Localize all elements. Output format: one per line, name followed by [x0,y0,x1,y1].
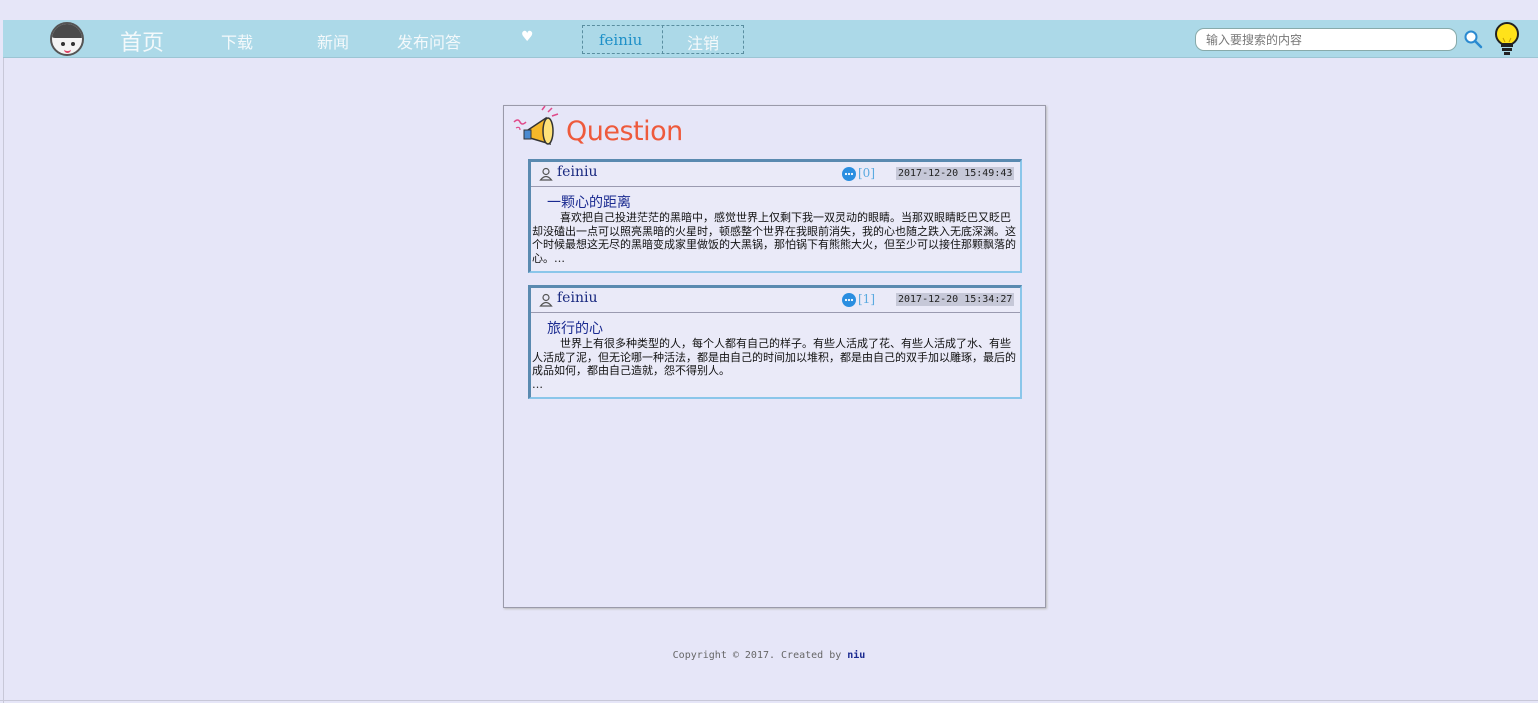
comment-icon [842,167,856,181]
question-card[interactable]: feiniu [0] 2017-12-20 15:49:43 一颗心的距离 喜欢… [528,159,1022,273]
comment-count: [1] [858,292,875,306]
comment-icon [842,293,856,307]
question-author[interactable]: feiniu [557,290,597,306]
avatar-eye-left [61,42,65,46]
footer: Copyright © 2017. Created by niu [0,650,1538,661]
nav-download-link[interactable]: 下载 [221,29,253,53]
question-card[interactable]: feiniu [1] 2017-12-20 15:34:27 旅行的心 世界上有… [528,285,1022,399]
question-excerpt: 喜欢把自己投进茫茫的黑暗中，感觉世界上仅剩下我一双灵动的眼睛。当那双眼睛眨巴又眨… [532,211,1016,265]
page-bottom-border [0,700,1538,701]
question-title-link[interactable]: 旅行的心 [547,318,603,338]
question-author[interactable]: feiniu [557,164,597,180]
question-panel: Question feiniu [0] 2017-12-20 15:49:43 … [503,105,1046,608]
top-navbar: 首页 下载 新闻 发布问答 ♥ feiniu 注销 [3,20,1538,58]
question-card-header: feiniu [0] 2017-12-20 15:49:43 [531,162,1020,187]
megaphone-icon [513,105,559,146]
question-time: 2017-12-20 15:34:27 [896,293,1015,306]
footer-copyright: Copyright © 2017. Created by [672,650,848,661]
user-icon [539,293,553,307]
user-box-divider [662,25,663,54]
question-excerpt: 世界上有很多种类型的人，每个人都有自己的样子。有些人活成了花、有些人活成了水、有… [532,337,1016,391]
footer-author-link[interactable]: niu [847,650,865,661]
search-input[interactable] [1195,28,1457,51]
logout-link[interactable]: 注销 [687,30,719,54]
panel-title: Question [566,116,683,147]
comment-count: [0] [858,166,875,180]
search-icon[interactable] [1463,29,1483,49]
avatar-logo[interactable] [50,22,84,56]
question-card-header: feiniu [1] 2017-12-20 15:34:27 [531,288,1020,313]
avatar-hair [52,24,82,38]
avatar-eye-right [71,42,75,46]
page-left-border [3,20,4,703]
heart-icon[interactable]: ♥ [521,29,534,45]
question-time: 2017-12-20 15:49:43 [896,167,1015,180]
nav-news-link[interactable]: 新闻 [317,29,349,53]
nav-ask-link[interactable]: 发布问答 [397,29,461,53]
current-user-link[interactable]: feiniu [599,31,642,49]
question-title-link[interactable]: 一颗心的距离 [547,192,631,212]
avatar-mouth [64,47,71,53]
nav-home-link[interactable]: 首页 [120,25,164,57]
user-box: feiniu 注销 [582,25,744,54]
user-icon [539,167,553,181]
lightbulb-icon[interactable] [1492,21,1522,57]
